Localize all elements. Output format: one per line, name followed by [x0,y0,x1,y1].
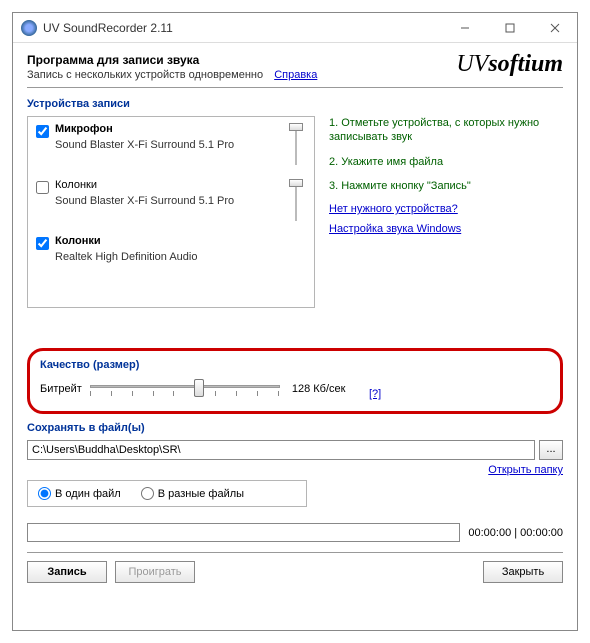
device-desc: Sound Blaster X-Fi Surround 5.1 Pro [55,139,282,151]
device-checkbox[interactable] [36,125,49,138]
hint-step: 1. Отметьте устройства, с которых нужно … [329,116,563,145]
device-volume-slider[interactable] [286,123,306,167]
bitrate-slider[interactable] [90,377,280,401]
device-row: Микрофон Sound Blaster X-Fi Surround 5.1… [36,123,306,167]
time-display: 00:00:00 | 00:00:00 [468,527,563,539]
device-row: Колонки Sound Blaster X-Fi Surround 5.1 … [36,179,306,223]
radio-multi-file[interactable]: В разные файлы [141,487,244,500]
play-button: Проиграть [115,561,195,583]
device-desc: Realtek High Definition Audio [55,251,306,263]
quality-help-link[interactable]: [?] [369,388,389,400]
save-group: Сохранять в файл(ы) ... Открыть папку В … [27,420,563,507]
record-button[interactable]: Запись [27,561,107,583]
device-name: Микрофон [55,123,282,135]
maximize-icon [505,23,515,33]
hint-step: 2. Укажите имя файла [329,155,563,169]
app-heading: Программа для записи звука [27,53,317,67]
device-name: Колонки [55,235,306,247]
device-desc: Sound Blaster X-Fi Surround 5.1 Pro [55,195,282,207]
close-icon [550,23,560,33]
maximize-button[interactable] [487,13,532,43]
brand-logo: UVsoftium [456,51,563,78]
titlebar: UV SoundRecorder 2.11 [13,13,577,43]
bitrate-value: 128 Кб/сек [292,383,346,395]
devices-list: Микрофон Sound Blaster X-Fi Surround 5.1… [27,116,315,308]
hint-step: 3. Нажмите кнопку "Запись" [329,179,563,193]
app-icon [21,20,37,36]
progress-bar [27,523,460,542]
quality-group: Качество (размер) Битрейт 128 Кб/сек [27,348,563,414]
save-label: Сохранять в файл(ы) [27,422,563,434]
quality-label: Качество (размер) [40,359,550,371]
device-row: Колонки Realtek High Definition Audio [36,235,306,263]
device-checkbox[interactable] [36,237,49,250]
app-window: UV SoundRecorder 2.11 Программа для запи… [12,12,578,631]
bitrate-label: Битрейт [40,383,82,395]
window-title: UV SoundRecorder 2.11 [43,21,442,35]
help-link[interactable]: Справка [274,69,317,81]
device-name: Колонки [55,179,282,191]
device-checkbox[interactable] [36,181,49,194]
header: Программа для записи звука Запись с неск… [27,53,563,88]
subtitle-text: Запись с нескольких устройств одновремен… [27,69,263,81]
windows-sound-link[interactable]: Настройка звука Windows [329,223,563,235]
hints-panel: 1. Отметьте устройства, с которых нужно … [325,116,563,308]
close-app-button[interactable]: Закрыть [483,561,563,583]
device-volume-slider[interactable] [286,179,306,223]
browse-button[interactable]: ... [539,440,563,460]
minimize-button[interactable] [442,13,487,43]
devices-group-label: Устройства записи [27,98,563,110]
close-button[interactable] [532,13,577,43]
minimize-icon [460,23,470,33]
separator [27,552,563,553]
no-device-link[interactable]: Нет нужного устройства? [329,203,563,215]
app-subheading: Запись с нескольких устройств одновремен… [27,69,317,81]
save-mode-group: В один файл В разные файлы [27,480,307,507]
open-folder-link[interactable]: Открыть папку [488,464,563,476]
save-path-input[interactable] [27,440,535,460]
radio-single-file[interactable]: В один файл [38,487,121,500]
